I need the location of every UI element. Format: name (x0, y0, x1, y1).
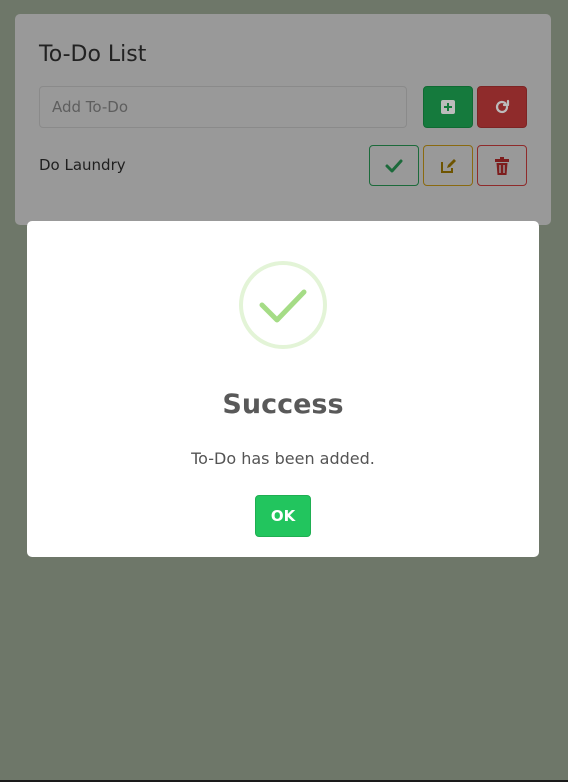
ok-button[interactable]: OK (255, 495, 311, 537)
add-todo-button[interactable] (423, 86, 473, 128)
reset-button[interactable] (477, 86, 527, 128)
add-todo-input[interactable] (39, 86, 407, 128)
check-icon (385, 159, 403, 172)
success-dialog: Success To-Do has been added. OK (27, 221, 539, 557)
edit-button[interactable] (423, 145, 473, 186)
todo-card: To-Do List Do Laundry (15, 14, 551, 225)
todo-text: Do Laundry (39, 156, 126, 174)
trash-icon (495, 156, 509, 175)
page-title: To-Do List (39, 42, 147, 67)
success-check-icon (239, 261, 327, 349)
refresh-icon (495, 99, 510, 114)
delete-button[interactable] (477, 145, 527, 186)
edit-icon (441, 158, 456, 173)
dialog-title: Success (222, 389, 344, 420)
plus-square-icon (441, 100, 455, 114)
complete-button[interactable] (369, 145, 419, 186)
dialog-message: To-Do has been added. (191, 449, 375, 468)
